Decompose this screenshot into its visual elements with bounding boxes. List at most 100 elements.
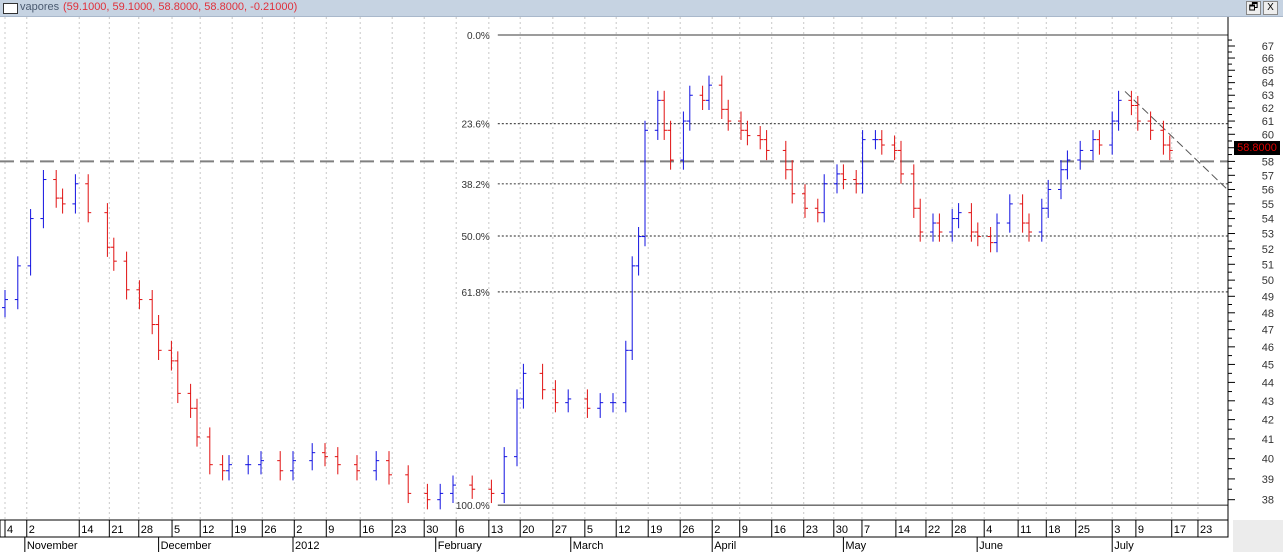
x-tick-label: 6	[458, 524, 464, 536]
x-tick-label: 7	[864, 524, 870, 536]
ohlc-bar	[994, 213, 1000, 253]
ohlc-bar	[514, 389, 520, 467]
ohlc-bar	[1147, 111, 1154, 140]
ohlc-bar	[968, 203, 975, 242]
y-tick-label: 57	[1262, 170, 1274, 182]
month-label: May	[845, 540, 866, 552]
ohlc-bar	[437, 483, 444, 510]
ohlc-bar	[354, 455, 360, 481]
x-tick-label: 30	[836, 524, 848, 536]
x-tick-label: 4	[986, 524, 992, 536]
y-tick-label: 38	[1262, 495, 1274, 507]
x-tick-label: 9	[328, 524, 334, 536]
x-tick-label: 12	[202, 524, 214, 536]
x-tick-label: 23	[394, 524, 406, 536]
ohlc-bar	[891, 135, 898, 161]
ohlc-bar	[654, 90, 661, 140]
ohlc-bar	[27, 209, 34, 276]
ohlc-bar	[699, 85, 706, 110]
ohlc-bar	[219, 455, 226, 481]
y-tick-label: 63	[1262, 90, 1274, 102]
ohlc-bar	[872, 130, 879, 150]
ohlc-bar	[629, 256, 636, 360]
ohlc-bar	[878, 130, 885, 155]
ohlc-bar	[802, 184, 808, 218]
ohlc-bar	[194, 398, 200, 447]
x-tick-label: 16	[362, 524, 374, 536]
x-tick-label: 3	[1114, 524, 1120, 536]
ohlc-bar	[1019, 194, 1026, 233]
x-tick-label: 2	[296, 524, 302, 536]
ohlc-bar	[821, 174, 828, 223]
ohlc-bar	[725, 99, 732, 131]
fib-level-label: 61.8%	[461, 288, 489, 299]
ohlc-bar	[40, 169, 47, 229]
ohlc-bar	[520, 363, 527, 409]
month-label: 2012	[295, 540, 319, 552]
ohlc-bar	[789, 160, 796, 204]
ohlc-bar	[610, 393, 616, 413]
ohlc-bar	[424, 483, 431, 510]
ohlc-bar	[187, 383, 194, 418]
y-tick-label: 64	[1262, 78, 1274, 90]
y-tick-label: 40	[1262, 454, 1274, 466]
ohlc-bar	[123, 251, 130, 300]
y-tick-label: 47	[1262, 325, 1274, 337]
y-tick-label: 45	[1262, 359, 1274, 371]
ohlc-bar	[936, 213, 943, 242]
ohlc-bar	[955, 203, 962, 229]
x-tick-label: 26	[682, 524, 694, 536]
trendline	[1124, 91, 1228, 190]
x-tick-label: 11	[1020, 524, 1031, 536]
fib-level-label: 23.6%	[461, 120, 489, 131]
ohlc-bar	[565, 389, 572, 413]
ohlc-bar	[226, 455, 232, 481]
ohlc-bar	[1128, 90, 1135, 116]
month-label: December	[161, 540, 212, 552]
ohlc-bar	[1064, 150, 1071, 180]
y-tick-label: 44	[1262, 377, 1274, 389]
fib-level-label: 100.0%	[456, 501, 490, 512]
y-tick-label: 62	[1262, 103, 1274, 115]
ohlc-bar	[1077, 140, 1084, 170]
y-tick-label: 49	[1262, 291, 1274, 303]
ohlc-bar	[501, 447, 508, 504]
ohlc-bar	[1096, 130, 1103, 155]
x-tick-label: 21	[111, 524, 123, 536]
ohlc-bar	[373, 451, 380, 481]
y-tick-label: 67	[1262, 41, 1274, 53]
window-titlebar: vapores (59.1000, 59.1000, 58.8000, 58.8…	[0, 0, 1283, 17]
ohlc-bar	[1006, 194, 1013, 233]
ohlc-bar	[53, 169, 60, 208]
x-tick-label: 27	[555, 524, 567, 536]
x-tick-label: 23	[1200, 524, 1212, 536]
ohlc-bar	[706, 75, 712, 110]
y-tick-label: 43	[1262, 396, 1274, 408]
x-tick-label: 16	[774, 524, 786, 536]
month-label: March	[573, 540, 604, 552]
ohlc-bar	[763, 130, 770, 161]
ohlc-bar	[72, 174, 79, 214]
close-button[interactable]: X	[1263, 1, 1278, 15]
x-tick-label: 25	[1078, 524, 1090, 536]
x-tick-label: 26	[264, 524, 276, 536]
ohlc-bar	[136, 280, 143, 310]
restore-button[interactable]: 🗗	[1246, 1, 1261, 15]
ohlc-bar	[661, 90, 668, 140]
x-tick-label: 12	[618, 524, 630, 536]
ohlc-bar	[149, 290, 156, 335]
x-tick-label: 19	[234, 524, 246, 536]
ohlc-bar	[757, 126, 764, 150]
fib-level-label: 50.0%	[461, 232, 489, 243]
x-tick-label: 17	[1174, 524, 1186, 536]
x-tick-label: 19	[650, 524, 662, 536]
ohlc-bar	[782, 140, 789, 180]
ohlc-bar	[168, 340, 175, 371]
y-tick-label: 53	[1262, 229, 1274, 241]
ohlc-bar	[1115, 90, 1122, 131]
ohlc-bar	[110, 237, 117, 271]
ohlc-bar	[290, 451, 296, 481]
ohlc-bar	[2, 290, 8, 318]
y-tick-label: 50	[1262, 275, 1274, 287]
ohlc-bar	[1090, 130, 1096, 161]
